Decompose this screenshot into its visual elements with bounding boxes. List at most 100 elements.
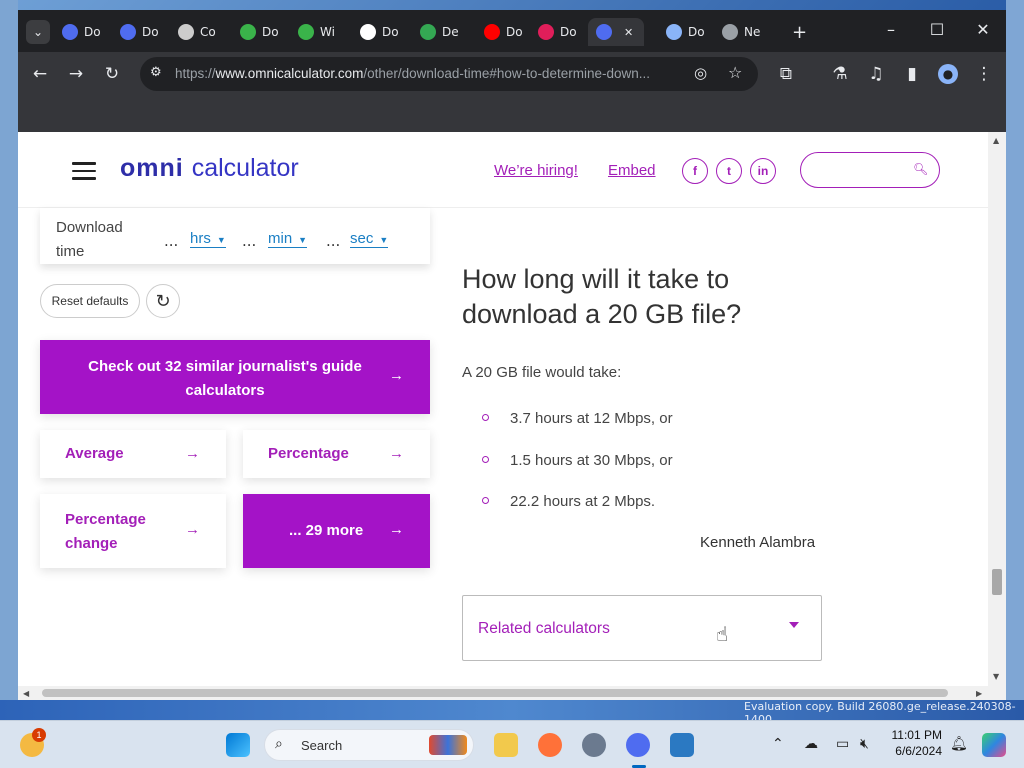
- browser-tab[interactable]: Do: [62, 18, 101, 46]
- scroll-down-arrow-icon[interactable]: ▼: [993, 672, 999, 681]
- download-icon: [666, 24, 682, 40]
- reload-calculator-button[interactable]: ↻: [146, 284, 180, 318]
- browser-tab[interactable]: Do: [240, 18, 279, 46]
- browser-tab[interactable]: Do: [666, 18, 705, 46]
- browser-tab[interactable]: Co: [178, 18, 216, 46]
- taskbar-search-input[interactable]: ⌕ Search: [264, 729, 474, 761]
- browser-tab[interactable]: Do: [484, 18, 523, 46]
- chevron-up-icon[interactable]: ⌃: [772, 736, 784, 752]
- minutes-unit-select[interactable]: min ▼: [268, 230, 308, 248]
- linkedin-icon[interactable]: in: [750, 158, 776, 184]
- notification-bell-icon[interactable]: 🔔︎: [950, 736, 968, 752]
- vertical-scrollbar[interactable]: ▲ ▼: [988, 132, 1006, 686]
- hours-value[interactable]: ...: [164, 232, 178, 250]
- browser-tab[interactable]: Wi: [298, 18, 335, 46]
- bookmark-star-icon[interactable]: ☆: [728, 63, 742, 82]
- vertical-scroll-thumb[interactable]: [992, 569, 1002, 595]
- maximize-button[interactable]: ☐: [922, 20, 952, 39]
- reset-defaults-button[interactable]: Reset defaults: [40, 284, 140, 318]
- horizontal-scroll-thumb[interactable]: [42, 689, 948, 697]
- firefox-icon[interactable]: [538, 733, 562, 757]
- volume-muted-icon[interactable]: 🔇︎: [860, 736, 869, 752]
- copilot-icon[interactable]: [982, 733, 1006, 757]
- tab-label: Do: [382, 25, 399, 39]
- back-button[interactable]: ←: [28, 62, 52, 86]
- scroll-left-arrow-icon[interactable]: ◀: [23, 689, 29, 698]
- bullet-icon: [482, 456, 489, 463]
- article-author[interactable]: Kenneth Alambra: [700, 534, 815, 551]
- tab-label: Do: [142, 25, 159, 39]
- profile-button[interactable]: ●: [936, 62, 960, 86]
- browser-tab[interactable]: Ne: [722, 18, 760, 46]
- desktop-left-strip: [0, 0, 18, 720]
- average-calculator-card[interactable]: Average →: [40, 430, 226, 478]
- browser-tab[interactable]: ✕: [588, 18, 644, 46]
- tracking-protection-icon[interactable]: ◎: [694, 64, 707, 82]
- article-heading: How long will it take to download a 20 G…: [462, 264, 742, 329]
- settings-gear-icon[interactable]: [582, 733, 606, 757]
- new-tab-button[interactable]: +: [792, 18, 807, 46]
- tab-search-button[interactable]: ⌄: [26, 20, 50, 44]
- notification-badge: 1: [32, 728, 46, 742]
- arrow-right-icon: →: [389, 445, 404, 462]
- seconds-value[interactable]: ...: [326, 232, 340, 250]
- google-icon: [360, 24, 376, 40]
- minutes-value[interactable]: ...: [242, 232, 256, 250]
- related-calculators-dropdown[interactable]: Related calculators: [462, 595, 822, 661]
- article-intro: A 20 GB file would take:: [462, 364, 622, 381]
- media-icon: ♫: [868, 64, 884, 84]
- browser-toolbar: ← → ↻ ⚙ https://www.omnicalculator.com/o…: [18, 52, 1006, 96]
- omni-logo[interactable]: omni calculator: [120, 154, 299, 183]
- minimize-button[interactable]: –: [876, 20, 906, 39]
- scroll-right-arrow-icon[interactable]: ▶: [976, 689, 982, 698]
- browser-tab[interactable]: Do: [360, 18, 399, 46]
- hours-unit-select[interactable]: hrs ▼: [190, 230, 226, 248]
- chromium-taskbar-icon[interactable]: [626, 733, 650, 757]
- photos-icon[interactable]: [670, 733, 694, 757]
- horizontal-scrollbar[interactable]: ◀ ▶: [18, 686, 1006, 700]
- close-tab-icon[interactable]: ✕: [624, 26, 633, 39]
- side-panel-button[interactable]: ▮: [900, 62, 924, 86]
- facebook-icon[interactable]: f: [682, 158, 708, 184]
- extensions-button[interactable]: ⧉: [774, 62, 798, 86]
- embed-link[interactable]: Embed: [608, 162, 656, 179]
- dropdown-caret-icon: ▼: [298, 235, 308, 245]
- bullet-item: 22.2 hours at 2 Mbps.: [510, 493, 656, 510]
- percentage-change-calculator-card[interactable]: Percentage change →: [40, 494, 226, 568]
- hamburger-menu-icon[interactable]: [72, 162, 96, 180]
- labs-button[interactable]: ⚗: [828, 62, 852, 86]
- dropdown-caret-icon: ▼: [379, 235, 389, 245]
- close-window-button[interactable]: ✕: [968, 20, 998, 39]
- browser-tab[interactable]: Do: [538, 18, 577, 46]
- search-highlight-icon: [429, 735, 467, 755]
- chromium-icon: [596, 24, 612, 40]
- app-icon: [178, 24, 194, 40]
- hiring-link[interactable]: We’re hiring!: [494, 162, 578, 179]
- forward-button[interactable]: →: [64, 62, 88, 86]
- more-calculators-card[interactable]: ... 29 more →: [243, 494, 430, 568]
- site-info-icon[interactable]: ⚙: [150, 65, 162, 80]
- file-explorer-icon[interactable]: [494, 733, 518, 757]
- search-input[interactable]: 🔍︎: [800, 152, 940, 188]
- chromium-icon: [120, 24, 136, 40]
- twitter-icon[interactable]: t: [716, 158, 742, 184]
- taskbar: 1 ⌕ Search ⌃ ☁ ▭ 🔇︎ 11:01 PM 6/6/2024 🔔︎: [0, 720, 1024, 768]
- reload-button[interactable]: ↻: [100, 62, 124, 86]
- slack-icon: [538, 24, 554, 40]
- display-icon[interactable]: ▭: [836, 736, 849, 752]
- menu-button[interactable]: ⋮: [972, 62, 996, 86]
- similar-calculators-banner[interactable]: Check out 32 similar journalist's guide …: [40, 340, 430, 414]
- seconds-unit-select[interactable]: sec ▼: [350, 230, 389, 248]
- tab-label: Wi: [320, 25, 335, 39]
- download-time-label: Download time: [56, 219, 123, 260]
- media-button[interactable]: ♫: [864, 62, 888, 86]
- windows-start-icon[interactable]: [226, 733, 250, 757]
- network-icon[interactable]: ☁: [804, 736, 818, 752]
- percentage-calculator-card[interactable]: Percentage →: [243, 430, 430, 478]
- address-bar[interactable]: ⚙ https://www.omnicalculator.com/other/d…: [140, 57, 758, 91]
- clock[interactable]: 11:01 PM 6/6/2024: [886, 727, 942, 759]
- scroll-up-arrow-icon[interactable]: ▲: [993, 136, 999, 145]
- browser-tab[interactable]: Do: [120, 18, 159, 46]
- browser-tab[interactable]: De: [420, 18, 459, 46]
- arrow-right-icon: →: [185, 521, 200, 538]
